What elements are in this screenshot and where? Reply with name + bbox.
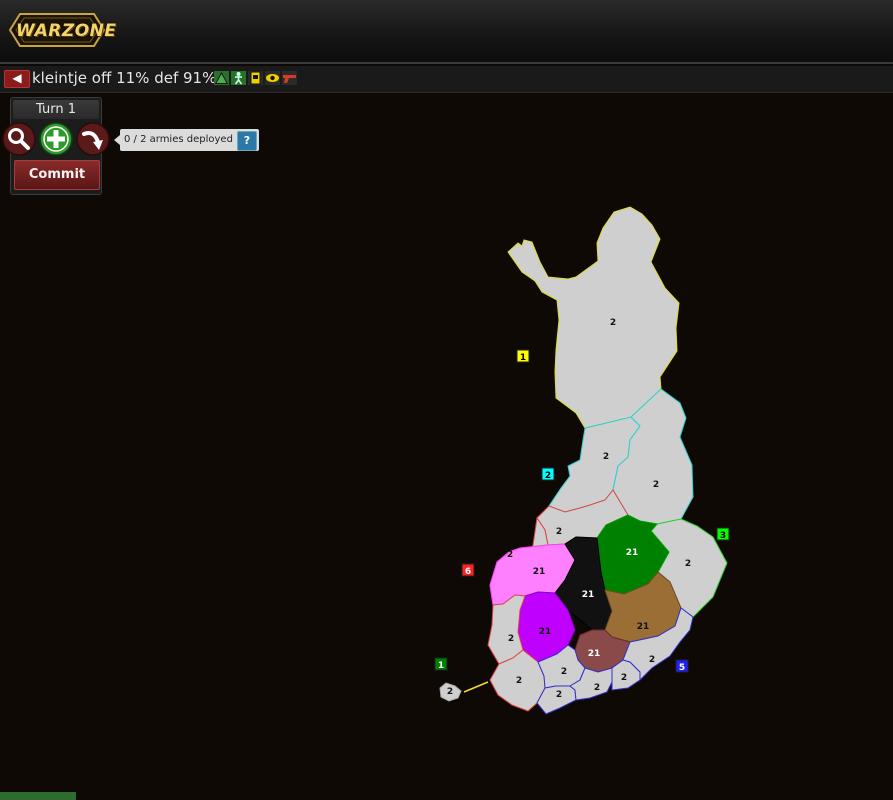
army-lapland: 2 bbox=[610, 318, 616, 328]
army-brown-region: 21 bbox=[637, 622, 650, 632]
svg-text:2: 2 bbox=[545, 471, 551, 481]
bonus-marker-aland[interactable]: 1 bbox=[434, 657, 448, 671]
army-uusimaa-west: 2 bbox=[556, 690, 562, 700]
army-aland: 2 bbox=[447, 687, 453, 697]
army-tavastia: 2 bbox=[561, 667, 567, 677]
army-black-region: 21 bbox=[582, 590, 595, 600]
army-maroon-region: 21 bbox=[588, 649, 601, 659]
army-kymenlaakso: 2 bbox=[621, 673, 627, 683]
army-south-ostrobothnia: 2 bbox=[507, 550, 513, 560]
bonus-marker-south[interactable]: 5 bbox=[675, 659, 689, 673]
svg-text:3: 3 bbox=[720, 531, 726, 541]
game-map: 2 2 2 2 2 2 21 21 21 21 21 21 2 2 2 2 2 … bbox=[434, 206, 730, 715]
bonus-marker-ostrobothnia[interactable]: 2 bbox=[541, 467, 555, 481]
bonus-marker-west[interactable]: 6 bbox=[461, 563, 475, 577]
army-north-ostrobothnia: 2 bbox=[603, 452, 609, 462]
aland-connection-line bbox=[463, 681, 489, 693]
army-satakunta: 2 bbox=[508, 634, 514, 644]
army-green-region: 21 bbox=[626, 548, 639, 558]
svg-text:1: 1 bbox=[438, 661, 444, 671]
army-south-karelia: 2 bbox=[649, 655, 655, 665]
svg-text:5: 5 bbox=[679, 663, 685, 673]
svg-text:6: 6 bbox=[465, 567, 471, 577]
army-uusimaa-east: 2 bbox=[594, 683, 600, 693]
army-southwest: 2 bbox=[516, 676, 522, 686]
territory-lapland[interactable] bbox=[507, 206, 680, 429]
bonus-marker-lapland[interactable]: 1 bbox=[516, 349, 530, 363]
army-kainuu: 2 bbox=[653, 480, 659, 490]
army-pink-region: 21 bbox=[533, 567, 546, 577]
army-purple-region: 21 bbox=[539, 627, 552, 637]
bonus-marker-karelia[interactable]: 3 bbox=[716, 527, 730, 541]
army-central-ostrobothnia: 2 bbox=[556, 527, 562, 537]
army-north-karelia: 2 bbox=[685, 559, 691, 569]
bottom-panel-tab[interactable] bbox=[0, 792, 76, 800]
svg-text:1: 1 bbox=[520, 353, 526, 363]
